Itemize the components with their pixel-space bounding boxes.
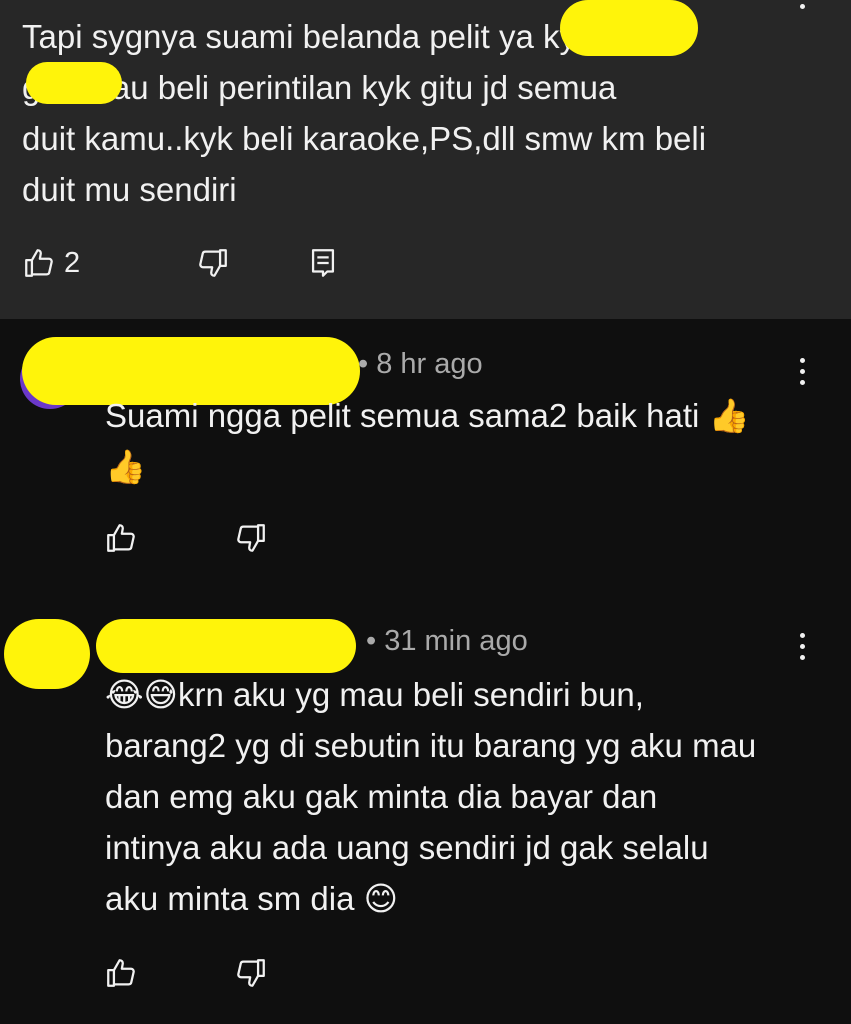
comment-actions — [104, 521, 268, 555]
comment-timestamp: • 8 hr ago — [358, 348, 483, 380]
comment-text: Suami ngga pelit semua sama2 baik hati 👍… — [105, 397, 750, 485]
redaction-mark — [26, 62, 122, 104]
redaction-mark — [96, 619, 356, 673]
reply-icon[interactable] — [306, 246, 340, 280]
comment-highlighted: Tapi sygnya suami belanda pelit ya kyk g… — [0, 0, 851, 319]
thumbs-down-icon[interactable] — [234, 521, 268, 555]
comment: • 8 hr ago Suami ngga pelit semua sama2 … — [0, 319, 851, 597]
more-vertical-icon[interactable] — [794, 633, 810, 666]
comment-text: 😂😅krn aku yg mau beli sendiri bun, baran… — [105, 676, 757, 917]
redaction-mark — [560, 0, 698, 56]
comment: • 31 min ago 😂😅krn aku yg mau beli sendi… — [0, 597, 851, 1024]
comment-timestamp: • 31 min ago — [366, 625, 528, 657]
thumbs-up-icon[interactable] — [104, 521, 138, 555]
more-vertical-icon[interactable] — [794, 358, 810, 391]
comment-actions — [104, 956, 268, 990]
redaction-mark — [4, 619, 90, 689]
thumbs-down-icon[interactable] — [196, 246, 230, 280]
thumbs-down-icon[interactable] — [234, 956, 268, 990]
like-count: 2 — [64, 246, 81, 279]
thumbs-up-icon[interactable] — [104, 956, 138, 990]
thumbs-up-icon[interactable] — [22, 246, 56, 280]
comment-actions: 2 — [22, 246, 340, 280]
